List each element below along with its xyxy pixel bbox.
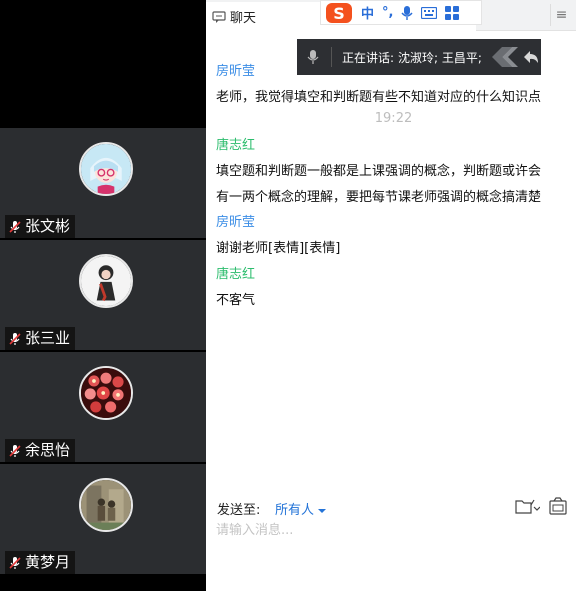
message-input[interactable] [216, 520, 566, 540]
keyboard-icon[interactable] [421, 6, 438, 19]
message-sender: 房昕莹 [216, 64, 256, 79]
message-text: 有一两个概念的理解，要把每节课老师强调的概念搞清楚 [216, 190, 542, 205]
video-panel: 张文彬 张三业 余思怡 黄梦月 [0, 0, 206, 591]
ime-mode-toggle[interactable]: 中 [361, 3, 374, 22]
speaking-indicator: 正在讲话: 沈淑玲; 王昌平; [297, 39, 541, 75]
mic-muted-icon [9, 556, 21, 569]
sogou-logo-icon[interactable]: S [325, 2, 353, 24]
participant-name-badge: 张三业 [5, 327, 76, 350]
divider [331, 47, 332, 67]
main-video-area [0, 0, 206, 126]
recipient-dropdown[interactable]: 所有人 [275, 499, 327, 518]
participant-tile[interactable]: 张三业 [0, 240, 206, 350]
message-sender: 房昕莹 [216, 215, 256, 230]
folder-icon[interactable] [514, 496, 540, 516]
message-composer: 发送至: 所有人 [206, 490, 576, 591]
chevron-down-icon [318, 508, 327, 513]
participant-tile[interactable]: 黄梦月 [0, 464, 206, 574]
toolbox-grid-icon[interactable] [445, 5, 460, 20]
message-text: 老师，我觉得填空和判断题有些不知道对应的什么知识点 [216, 90, 542, 105]
image-gallery-icon[interactable] [548, 496, 568, 516]
participant-name: 张三业 [25, 329, 71, 347]
avatar [79, 142, 133, 196]
microphone-icon [307, 50, 319, 64]
video-panel-footer [0, 576, 206, 591]
participant-tile[interactable]: 张文彬 [0, 128, 206, 238]
voice-input-icon[interactable] [401, 5, 414, 21]
mic-muted-icon [9, 220, 21, 233]
speaking-names: 沈淑玲; 王昌平; [398, 50, 482, 65]
collapse-arrow-icon[interactable] [488, 45, 540, 69]
message-text: 填空题和判断题一般都是上课强调的概念，判断题或许会 [216, 164, 542, 179]
ime-punct-toggle[interactable]: °, [382, 5, 393, 20]
participant-name: 黄梦月 [25, 553, 71, 571]
speaking-label: 正在讲话: [342, 50, 395, 65]
avatar [79, 366, 133, 420]
chat-panel: 聊天 ≡ S 中 °, 正在讲话: 沈淑玲; 王昌平; 房昕莹 老师，我觉得填空… [206, 0, 576, 591]
message-timestamp: 19:22 [374, 111, 413, 126]
participant-name-badge: 黄梦月 [5, 551, 76, 574]
send-to-label: 发送至: [217, 503, 261, 518]
avatar [79, 254, 133, 308]
tab-label: 聊天 [230, 11, 257, 26]
participant-name-badge: 张文彬 [5, 215, 76, 238]
message-text: 不客气 [216, 293, 256, 308]
participant-name-badge: 余思怡 [5, 439, 76, 462]
mic-muted-icon [9, 332, 21, 345]
svg-text:S: S [333, 4, 345, 23]
avatar [79, 478, 133, 532]
message-sender: 唐志红 [216, 138, 256, 153]
panel-menu-button[interactable]: ≡ [550, 4, 572, 26]
participant-tile[interactable]: 余思怡 [0, 352, 206, 462]
chat-bubble-icon [212, 10, 226, 23]
message-sender: 唐志红 [216, 267, 256, 282]
mic-muted-icon [9, 444, 21, 457]
recipient-value: 所有人 [275, 503, 315, 518]
message-text: 谢谢老师[表情][表情] [216, 241, 341, 256]
participant-name: 张文彬 [25, 217, 71, 235]
participant-name: 余思怡 [25, 441, 71, 459]
ime-toolbar: S 中 °, [320, 0, 482, 25]
